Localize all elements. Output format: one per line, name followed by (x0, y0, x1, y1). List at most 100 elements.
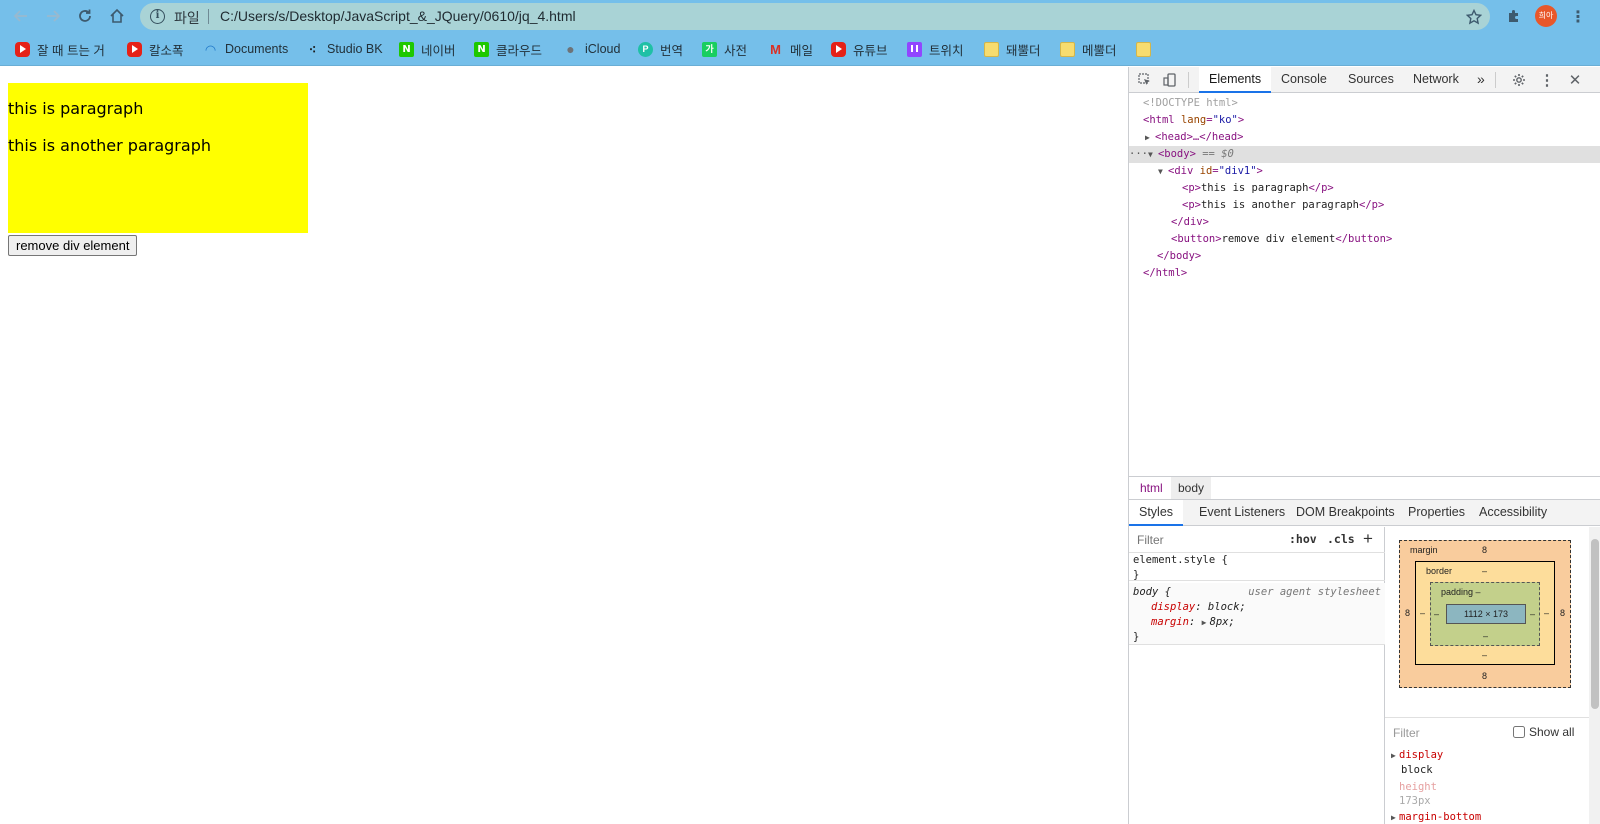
body-ua-rule[interactable]: body { user agent stylesheet display: bl… (1129, 583, 1385, 645)
expand-triangle-icon[interactable]: ▶ (1202, 615, 1210, 630)
close-devtools-button[interactable]: ✕ (1567, 72, 1583, 89)
show-all-checkbox[interactable] (1513, 726, 1525, 738)
expand-triangle-icon[interactable]: ▶ (1145, 129, 1155, 146)
breadcrumb-body[interactable]: body (1171, 477, 1212, 499)
bookmark-item[interactable]: 가 사전 (702, 40, 747, 58)
sidebar-scrollbar[interactable] (1589, 527, 1600, 824)
reload-button[interactable] (73, 4, 97, 28)
dom-node-html-close[interactable]: </html> (1129, 265, 1600, 282)
expand-triangle-icon[interactable]: ▶ (1391, 811, 1399, 824)
computed-prop[interactable]: ▶ margin-bottom (1391, 810, 1481, 824)
address-url[interactable]: C:/Users/s/Desktop/JavaScript_&_JQuery/0… (220, 8, 576, 24)
tab-accessibility[interactable]: Accessibility (1469, 500, 1557, 526)
new-rule-button[interactable]: + (1363, 529, 1373, 549)
back-button[interactable] (9, 4, 33, 28)
bookmark-item[interactable]: 칼소폭 (127, 40, 184, 58)
bookmark-item[interactable] (1136, 40, 1158, 58)
bookmark-item[interactable]: 메뿔더 (1060, 40, 1117, 58)
styles-filter-input[interactable] (1133, 531, 1278, 549)
bookmark-item[interactable]: 잘 때 트는 거 (15, 40, 105, 58)
browser-menu-button[interactable]: ⋮ (1566, 4, 1590, 28)
border-left-value[interactable]: – (1420, 608, 1425, 618)
box-model-content[interactable]: 1112 × 173 (1446, 604, 1526, 624)
forward-button[interactable] (41, 4, 65, 28)
bookmark-item[interactable]: 트위치 (907, 40, 964, 58)
devtools-menu-button[interactable]: ⋮ (1539, 72, 1555, 89)
home-button[interactable] (105, 4, 129, 28)
dom-node-div-close[interactable]: </div> (1129, 214, 1600, 231)
bookmark-item[interactable]: N 네이버 (399, 40, 456, 58)
bookmark-item[interactable]: 유튜브 (831, 40, 888, 58)
tab-properties[interactable]: Properties (1398, 500, 1475, 526)
devtools-settings-button[interactable] (1511, 72, 1527, 88)
bookmark-item[interactable]: ● iCloud (563, 40, 620, 58)
padding-bottom-value[interactable]: – (1483, 631, 1488, 641)
show-all-toggle[interactable]: Show all (1513, 725, 1574, 739)
inspect-element-button[interactable] (1137, 72, 1153, 88)
element-style-selector: element.style { (1133, 554, 1228, 566)
breadcrumb-html[interactable]: html (1133, 477, 1170, 499)
bookmark-item[interactable]: ◠ Documents (203, 40, 288, 58)
collapse-triangle-icon[interactable]: ▼ (1148, 146, 1158, 163)
ellipsis-icon[interactable]: ··· (1129, 148, 1148, 160)
bookmark-item[interactable]: M 메일 (768, 40, 813, 58)
bookmark-item[interactable]: N 클라우드 (474, 40, 542, 58)
computed-prop[interactable]: ▶ display block (1391, 748, 1443, 777)
site-info-icon[interactable]: i (150, 9, 165, 24)
tab-console[interactable]: Console (1271, 67, 1337, 93)
profile-avatar[interactable]: 희아 (1535, 5, 1557, 27)
tab-sources[interactable]: Sources (1338, 67, 1404, 93)
collapse-triangle-icon[interactable]: ▼ (1158, 163, 1168, 180)
margin-label: margin (1410, 545, 1438, 555)
scheme-label: 파일 (174, 10, 200, 26)
cls-toggle[interactable]: .cls (1327, 532, 1355, 546)
dom-node-p[interactable]: <p>this is another paragraph</p> (1129, 197, 1600, 214)
border-bottom-value[interactable]: – (1482, 650, 1487, 660)
extensions-button[interactable] (1502, 4, 1526, 28)
tab-elements[interactable]: Elements (1199, 67, 1272, 93)
dom-node-doctype[interactable]: <!DOCTYPE html> (1129, 95, 1600, 112)
dom-node-button[interactable]: <button>remove div element</button> (1129, 231, 1600, 248)
tab-dom-breakpoints[interactable]: DOM Breakpoints (1286, 500, 1405, 526)
bookmark-item[interactable]: P 번역 (638, 40, 683, 58)
p1-text: this is paragraph (1200, 182, 1309, 194)
box-model-padding[interactable]: padding – – – – 1112 × 173 (1430, 582, 1540, 646)
box-model-border[interactable]: border – – – – padding – – – – 1112 × 17… (1415, 561, 1555, 665)
element-style-rule[interactable]: element.style { } (1129, 553, 1385, 581)
bookmark-item[interactable]: ⁖ Studio BK (305, 40, 383, 58)
tab-styles[interactable]: Styles (1129, 500, 1184, 526)
tab-network[interactable]: Network (1403, 67, 1469, 93)
bookmark-item[interactable]: 돼뿔더 (984, 40, 1041, 58)
device-toolbar-button[interactable] (1162, 72, 1178, 88)
html-attr-name: lang (1180, 114, 1207, 126)
dom-node-html[interactable]: <html lang="ko"> (1129, 112, 1600, 129)
padding-right-value[interactable]: – (1530, 609, 1535, 619)
div-tag-name: div (1174, 165, 1194, 177)
margin-bottom-value[interactable]: 8 (1482, 671, 1487, 681)
dom-tree: <!DOCTYPE html> <html lang="ko"> ▶ <head>… (1129, 94, 1600, 464)
hov-toggle[interactable]: :hov (1289, 532, 1317, 546)
tab-event-listeners[interactable]: Event Listeners (1189, 500, 1295, 526)
box-model-margin[interactable]: margin 8 8 8 8 border – – – – padding – … (1399, 540, 1571, 688)
dom-node-body[interactable]: ···▼ <body> == $0 (1129, 146, 1600, 163)
arrow-left-icon (13, 10, 27, 22)
scrollbar-thumb[interactable] (1591, 539, 1599, 709)
dom-node-body-close[interactable]: </body> (1129, 248, 1600, 265)
remove-div-button[interactable]: remove div element (8, 235, 138, 256)
margin-right-value[interactable]: 8 (1560, 608, 1565, 618)
bookmark-star-button[interactable] (1462, 5, 1486, 29)
more-tabs-button[interactable]: » (1467, 67, 1495, 93)
computed-prop[interactable]: height 173px (1391, 780, 1437, 808)
dom-node-div[interactable]: ▼ <div id="div1"> (1129, 163, 1600, 180)
computed-filter-input[interactable]: Filter (1393, 726, 1420, 740)
margin-left-value[interactable]: 8 (1405, 608, 1410, 618)
dom-node-p[interactable]: <p>this is paragraph</p> (1129, 180, 1600, 197)
expand-triangle-icon[interactable]: ▶ (1391, 749, 1399, 763)
border-right-value[interactable]: – (1544, 608, 1549, 618)
padding-left-value[interactable]: – (1434, 609, 1439, 619)
decl-value: block; (1207, 601, 1246, 613)
border-top-value[interactable]: – (1482, 566, 1487, 576)
dom-node-head[interactable]: ▶ <head>…</head> (1129, 129, 1600, 146)
margin-top-value[interactable]: 8 (1482, 545, 1487, 555)
address-bar[interactable]: i 파일 C:/Users/s/Desktop/JavaScript_&_JQu… (140, 3, 1490, 30)
